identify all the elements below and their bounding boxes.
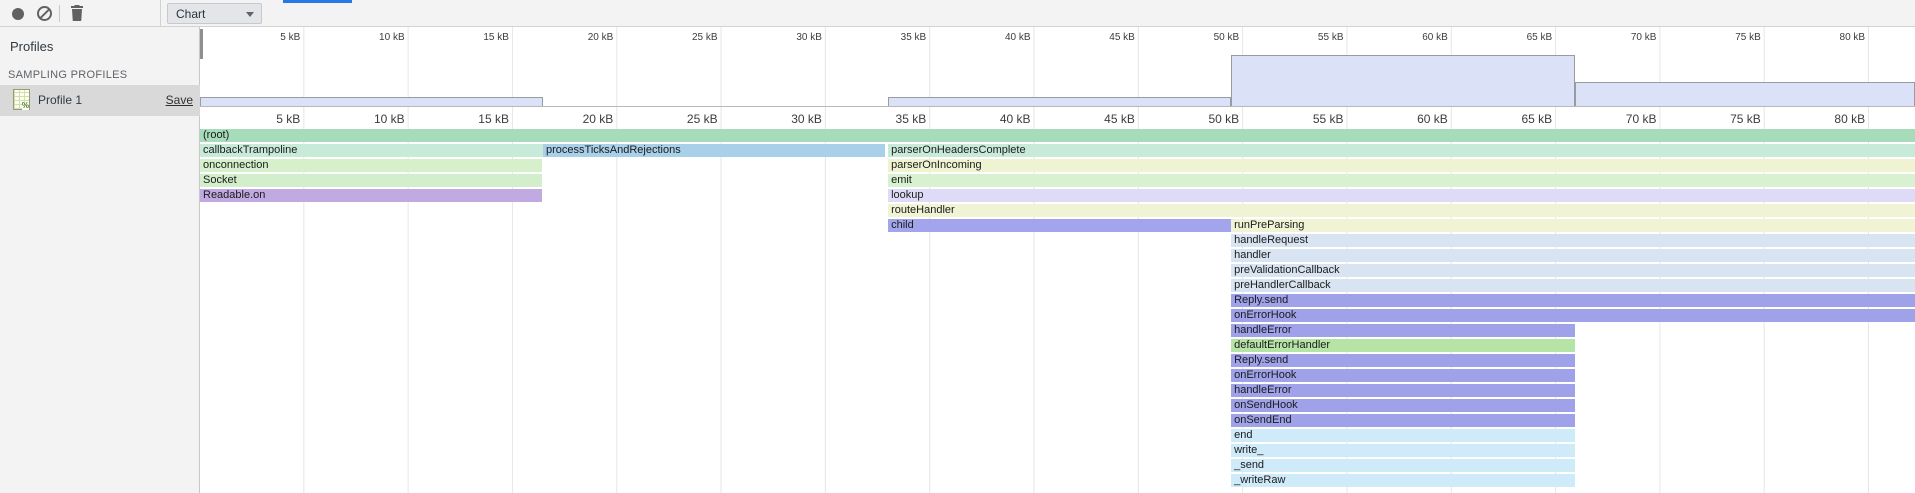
overview-tick-label: 15 kB [439,32,509,43]
toolbar: Chart [0,0,1915,27]
overview-tick-label: 10 kB [335,32,405,43]
ruler-tick-label: 40 kB [951,112,1031,126]
flame-bar[interactable]: defaultErrorHandler [1231,339,1575,352]
overview-tick-label: 35 kB [856,32,926,43]
trash-icon[interactable] [69,5,85,22]
overview-tick-label: 60 kB [1378,32,1448,43]
ruler-tick-label: 15 kB [429,112,509,126]
overview-tick-label: 70 kB [1586,32,1656,43]
active-tab-indicator [283,0,352,3]
flame-bar[interactable]: handleError [1231,384,1575,397]
sampling-profiles-section-label: SAMPLING PROFILES [8,69,127,81]
ruler-tick-label: 50 kB [1159,112,1239,126]
flame-bar[interactable]: handler [1231,249,1915,262]
flame-bar[interactable]: callbackTrampoline [200,144,543,157]
ruler-tick-label: 60 kB [1368,112,1448,126]
ruler-tick-label: 25 kB [638,112,718,126]
flame-bar[interactable]: child [888,219,1231,232]
flame-bar[interactable]: end [1231,429,1575,442]
overview-drag-handle[interactable] [200,29,203,59]
flame-bar[interactable]: Reply.send [1231,294,1915,307]
overview-step [1231,55,1575,106]
toolbar-divider [160,0,161,27]
ruler-tick-label: 5 kB [220,112,300,126]
ruler-tick-label: 20 kB [533,112,613,126]
view-mode-dropdown[interactable]: Chart [167,3,262,24]
flame-bar[interactable]: onconnection [200,159,542,172]
flame-bar[interactable]: _send [1231,459,1575,472]
ruler-tick-label: 10 kB [325,112,405,126]
ruler-tick-label: 65 kB [1472,112,1552,126]
memory-overview[interactable]: 5 kB 10 kB 15 kB 20 kB 25 kB 30 kB 35 kB 40 kB 4… [200,27,1915,107]
overview-tick-label: 40 kB [961,32,1031,43]
ruler-tick-label: 70 kB [1576,112,1656,126]
flame-bar[interactable]: _writeRaw [1231,474,1575,487]
overview-tick-label: 5 kB [230,32,300,43]
ruler-tick-label: 45 kB [1055,112,1135,126]
flame-bar[interactable]: parserOnIncoming [888,159,1915,172]
save-link[interactable]: Save [166,93,193,107]
ruler-tick-label: 80 kB [1785,112,1865,126]
ruler-tick-label: 30 kB [742,112,822,126]
flame-bar[interactable]: preHandlerCallback [1231,279,1915,292]
flame-bar[interactable]: Readable.on [200,189,542,202]
ruler-tick-label: 55 kB [1264,112,1344,126]
flame-bar[interactable]: Reply.send [1231,354,1575,367]
flame-bar[interactable]: onSendHook [1231,399,1575,412]
flame-bar[interactable]: (root) [200,129,1915,142]
overview-tick-label: 25 kB [648,32,718,43]
overview-step [200,97,543,106]
overview-tick-label: 30 kB [752,32,822,43]
flame-bar[interactable]: routeHandler [888,204,1915,217]
overview-tick-label: 55 kB [1274,32,1344,43]
profiles-sidebar: Profiles SAMPLING PROFILES % Profile 1 S… [0,27,200,493]
flame-bar[interactable]: write_ [1231,444,1575,457]
flame-bar[interactable]: onErrorHook [1231,369,1575,382]
overview-step [888,97,1231,106]
flame-bar[interactable]: parserOnHeadersComplete [888,144,1915,157]
overview-tick-label: 65 kB [1482,32,1552,43]
size-ruler: 5 kB 10 kB 15 kB 20 kB 25 kB 30 kB 35 kB 40 kB 4… [200,108,1915,129]
flame-bar[interactable]: processTicksAndRejections [543,144,885,157]
flame-bar[interactable]: handleRequest [1231,234,1915,247]
profile-grid-icon: % [13,89,30,110]
ruler-tick-label: 75 kB [1681,112,1761,126]
flame-bar[interactable]: Socket [200,174,542,187]
clear-icon[interactable] [37,6,52,21]
chevron-down-icon [246,12,254,17]
flame-bar[interactable]: handleError [1231,324,1575,337]
ruler-tick-label: 35 kB [846,112,926,126]
overview-tick-label: 50 kB [1169,32,1239,43]
profiler-panel: Chart Profiles SAMPLING PROFILES % Profi… [0,0,1915,493]
overview-tick-label: 20 kB [543,32,613,43]
flame-graph: (root) callbackTrampolineprocessTicksAndR… [200,129,1915,493]
overview-step [1575,82,1915,106]
record-icon[interactable] [12,8,24,20]
overview-tick-label: 75 kB [1691,32,1761,43]
flame-chart-pane: 5 kB 10 kB 15 kB 20 kB 25 kB 30 kB 35 kB 40 kB 4… [200,27,1915,493]
sidebar-title: Profiles [10,39,53,54]
flame-bar[interactable]: lookup [888,189,1915,202]
flame-bar[interactable]: preValidationCallback [1231,264,1915,277]
overview-tick-label: 80 kB [1795,32,1865,43]
flame-bar[interactable]: onSendEnd [1231,414,1575,427]
profile-name: Profile 1 [38,93,82,107]
flame-bar[interactable]: emit [888,174,1915,187]
flame-bar[interactable]: onErrorHook [1231,309,1915,322]
overview-tick-label: 45 kB [1065,32,1135,43]
flame-bar[interactable]: runPreParsing [1231,219,1915,232]
profile-list-item[interactable]: % Profile 1 Save [0,85,200,116]
view-mode-label: Chart [176,7,205,21]
toolbar-separator [59,5,60,22]
